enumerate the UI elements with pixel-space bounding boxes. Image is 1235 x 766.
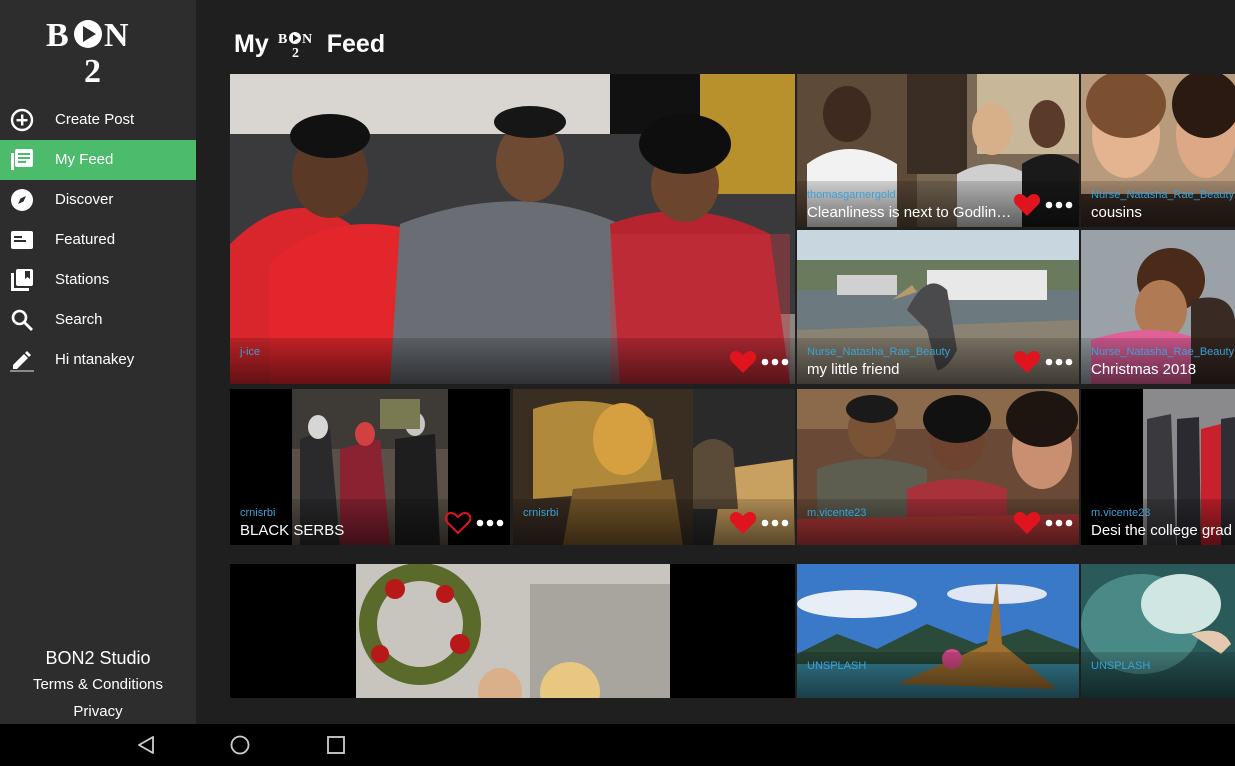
feed-grid: j-ice thomasgarnergold Cleanliness is ne — [196, 0, 1235, 724]
heart-icon[interactable] — [1013, 350, 1041, 374]
post-caption: my little friend — [807, 361, 900, 378]
svg-text:2: 2 — [84, 53, 101, 86]
home-circle-icon[interactable] — [230, 735, 250, 755]
sidebar-item-create-post[interactable]: Create Post — [0, 100, 196, 140]
sidebar-item-label: Create Post — [55, 111, 135, 128]
heart-outline-icon[interactable] — [444, 511, 472, 535]
post-tile[interactable]: crnisrbi BLACK SERBS — [230, 389, 510, 545]
post-overlay — [1081, 652, 1235, 698]
more-options-icon[interactable] — [761, 358, 789, 366]
post-author[interactable]: j-ice — [240, 346, 260, 358]
search-icon — [11, 309, 33, 331]
sidebar-item-label: My Feed — [55, 151, 114, 168]
post-author[interactable]: thomasgarnergold — [807, 189, 896, 201]
add-circle-icon — [10, 108, 34, 132]
sidebar-item-my-feed[interactable]: My Feed — [0, 140, 196, 180]
sidebar-item-label: Discover — [55, 191, 114, 208]
heart-icon[interactable] — [729, 511, 757, 535]
studio-link[interactable]: BON2 Studio — [0, 648, 196, 669]
svg-text:N: N — [104, 17, 129, 54]
post-author[interactable]: m.vicente23 — [1091, 507, 1150, 519]
post-author[interactable]: UNSPLASH — [1091, 660, 1150, 672]
sidebar-item-label: Search — [55, 311, 103, 328]
post-overlay — [797, 652, 1079, 698]
sidebar-item-discover[interactable]: Discover — [0, 180, 196, 220]
heart-icon[interactable] — [1013, 511, 1041, 535]
post-tile[interactable]: UNSPLASH — [1081, 564, 1235, 698]
more-options-icon[interactable] — [761, 519, 789, 527]
post-author[interactable]: Nurse_Natasha_Rae_Beauty — [807, 346, 950, 358]
post-tile[interactable]: Nurse_Natasha_Rae_Beauty my little frien… — [797, 230, 1079, 384]
more-options-icon[interactable] — [1045, 519, 1073, 527]
bon2-logo[interactable]: B N 2 — [42, 12, 154, 86]
post-author[interactable]: crnisrbi — [240, 507, 275, 519]
feed-list-icon — [11, 149, 33, 170]
post-tile[interactable]: m.vicente23 — [797, 389, 1079, 545]
sidebar-item-label: Stations — [55, 271, 110, 288]
svg-text:B: B — [46, 17, 69, 54]
sidebar-item-label: Featured — [55, 231, 116, 248]
post-photo — [230, 564, 795, 698]
post-author[interactable]: crnisrbi — [523, 507, 558, 519]
edit-pencil-icon — [10, 351, 34, 372]
post-tile[interactable]: Nurse_Natasha_Rae_Beauty cousins — [1081, 74, 1235, 227]
post-tile[interactable] — [230, 564, 795, 698]
post-author[interactable]: Nurse_Natasha_Rae_Beauty — [1091, 346, 1234, 358]
post-tile[interactable]: UNSPLASH — [797, 564, 1079, 698]
sidebar-item-stations[interactable]: Stations — [0, 260, 196, 300]
post-tile[interactable]: m.vicente23 Desi the college grad — [1081, 389, 1235, 545]
post-author[interactable]: Nurse_Natasha_Rae_Beauty — [1091, 189, 1234, 201]
post-tile[interactable]: thomasgarnergold Cleanliness is next to … — [797, 74, 1079, 227]
post-caption: Cleanliness is next to Godliness — [807, 204, 1017, 221]
post-author[interactable]: UNSPLASH — [807, 660, 866, 672]
sidebar-item-profile[interactable]: Hi ntanakey — [0, 340, 196, 380]
back-triangle-icon[interactable] — [136, 735, 156, 755]
more-options-icon[interactable] — [476, 519, 504, 527]
sidebar: B N 2 Create Post My Feed Discover Featu… — [0, 0, 196, 724]
post-caption: Christmas 2018 — [1091, 361, 1197, 378]
post-caption: Desi the college grad — [1091, 522, 1232, 539]
post-tile[interactable]: crnisrbi — [513, 389, 795, 545]
sidebar-nav: Create Post My Feed Discover Featured St… — [0, 100, 196, 380]
post-tile[interactable]: Nurse_Natasha_Rae_Beauty Christmas 2018 — [1081, 230, 1235, 384]
recents-square-icon[interactable] — [326, 735, 346, 755]
featured-card-icon — [11, 231, 33, 249]
privacy-link[interactable]: Privacy — [0, 703, 196, 720]
post-tile[interactable]: j-ice — [230, 74, 795, 384]
terms-link[interactable]: Terms & Conditions — [0, 676, 196, 693]
main-content: My B N 2 Feed j-ice thomasgarnergold Cle… — [196, 0, 1235, 724]
heart-icon[interactable] — [729, 350, 757, 374]
post-author[interactable]: m.vicente23 — [807, 507, 866, 519]
system-nav-bar — [0, 724, 1235, 766]
post-caption: cousins — [1091, 204, 1142, 221]
sidebar-item-search[interactable]: Search — [0, 300, 196, 340]
post-caption: BLACK SERBS — [240, 522, 345, 539]
heart-icon[interactable] — [1013, 193, 1041, 217]
stations-library-icon — [11, 269, 33, 291]
sidebar-item-label: Hi ntanakey — [55, 351, 135, 368]
compass-icon — [11, 189, 33, 211]
sidebar-item-featured[interactable]: Featured — [0, 220, 196, 260]
more-options-icon[interactable] — [1045, 201, 1073, 209]
post-overlay — [230, 338, 795, 384]
more-options-icon[interactable] — [1045, 358, 1073, 366]
